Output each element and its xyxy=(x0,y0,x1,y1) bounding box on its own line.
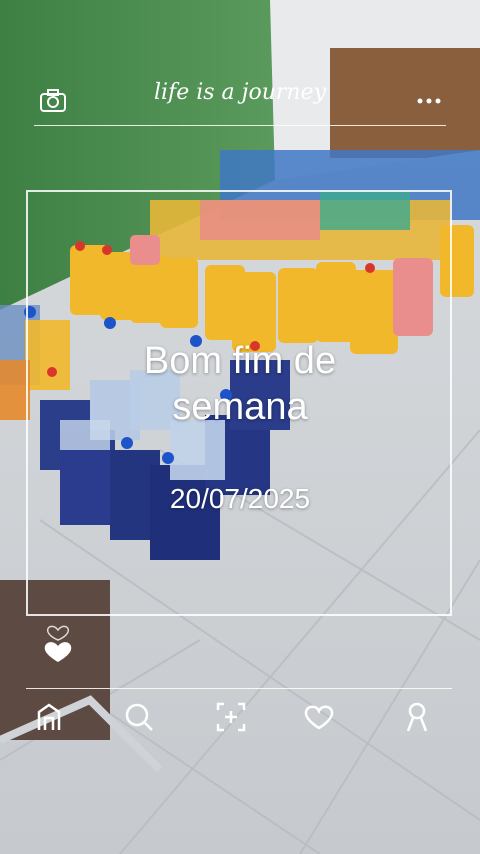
hearts-icon xyxy=(40,612,76,668)
date-label: 20/07/2025 xyxy=(169,483,311,514)
top-divider xyxy=(34,125,446,126)
story-overlay: life is a journey Bom fim de semana 20/0… xyxy=(0,0,480,854)
greeting-message: Bom fim de semana xyxy=(143,340,337,428)
heart-icon[interactable] xyxy=(302,700,336,734)
search-icon[interactable] xyxy=(122,700,156,734)
tagline: life is a journey xyxy=(153,80,327,105)
profile-icon[interactable] xyxy=(400,700,434,734)
camera-icon[interactable] xyxy=(38,86,68,116)
home-icon[interactable] xyxy=(32,700,66,734)
add-frame-icon[interactable] xyxy=(214,700,248,734)
bottom-divider xyxy=(26,688,452,689)
more-icon[interactable] xyxy=(414,86,444,116)
